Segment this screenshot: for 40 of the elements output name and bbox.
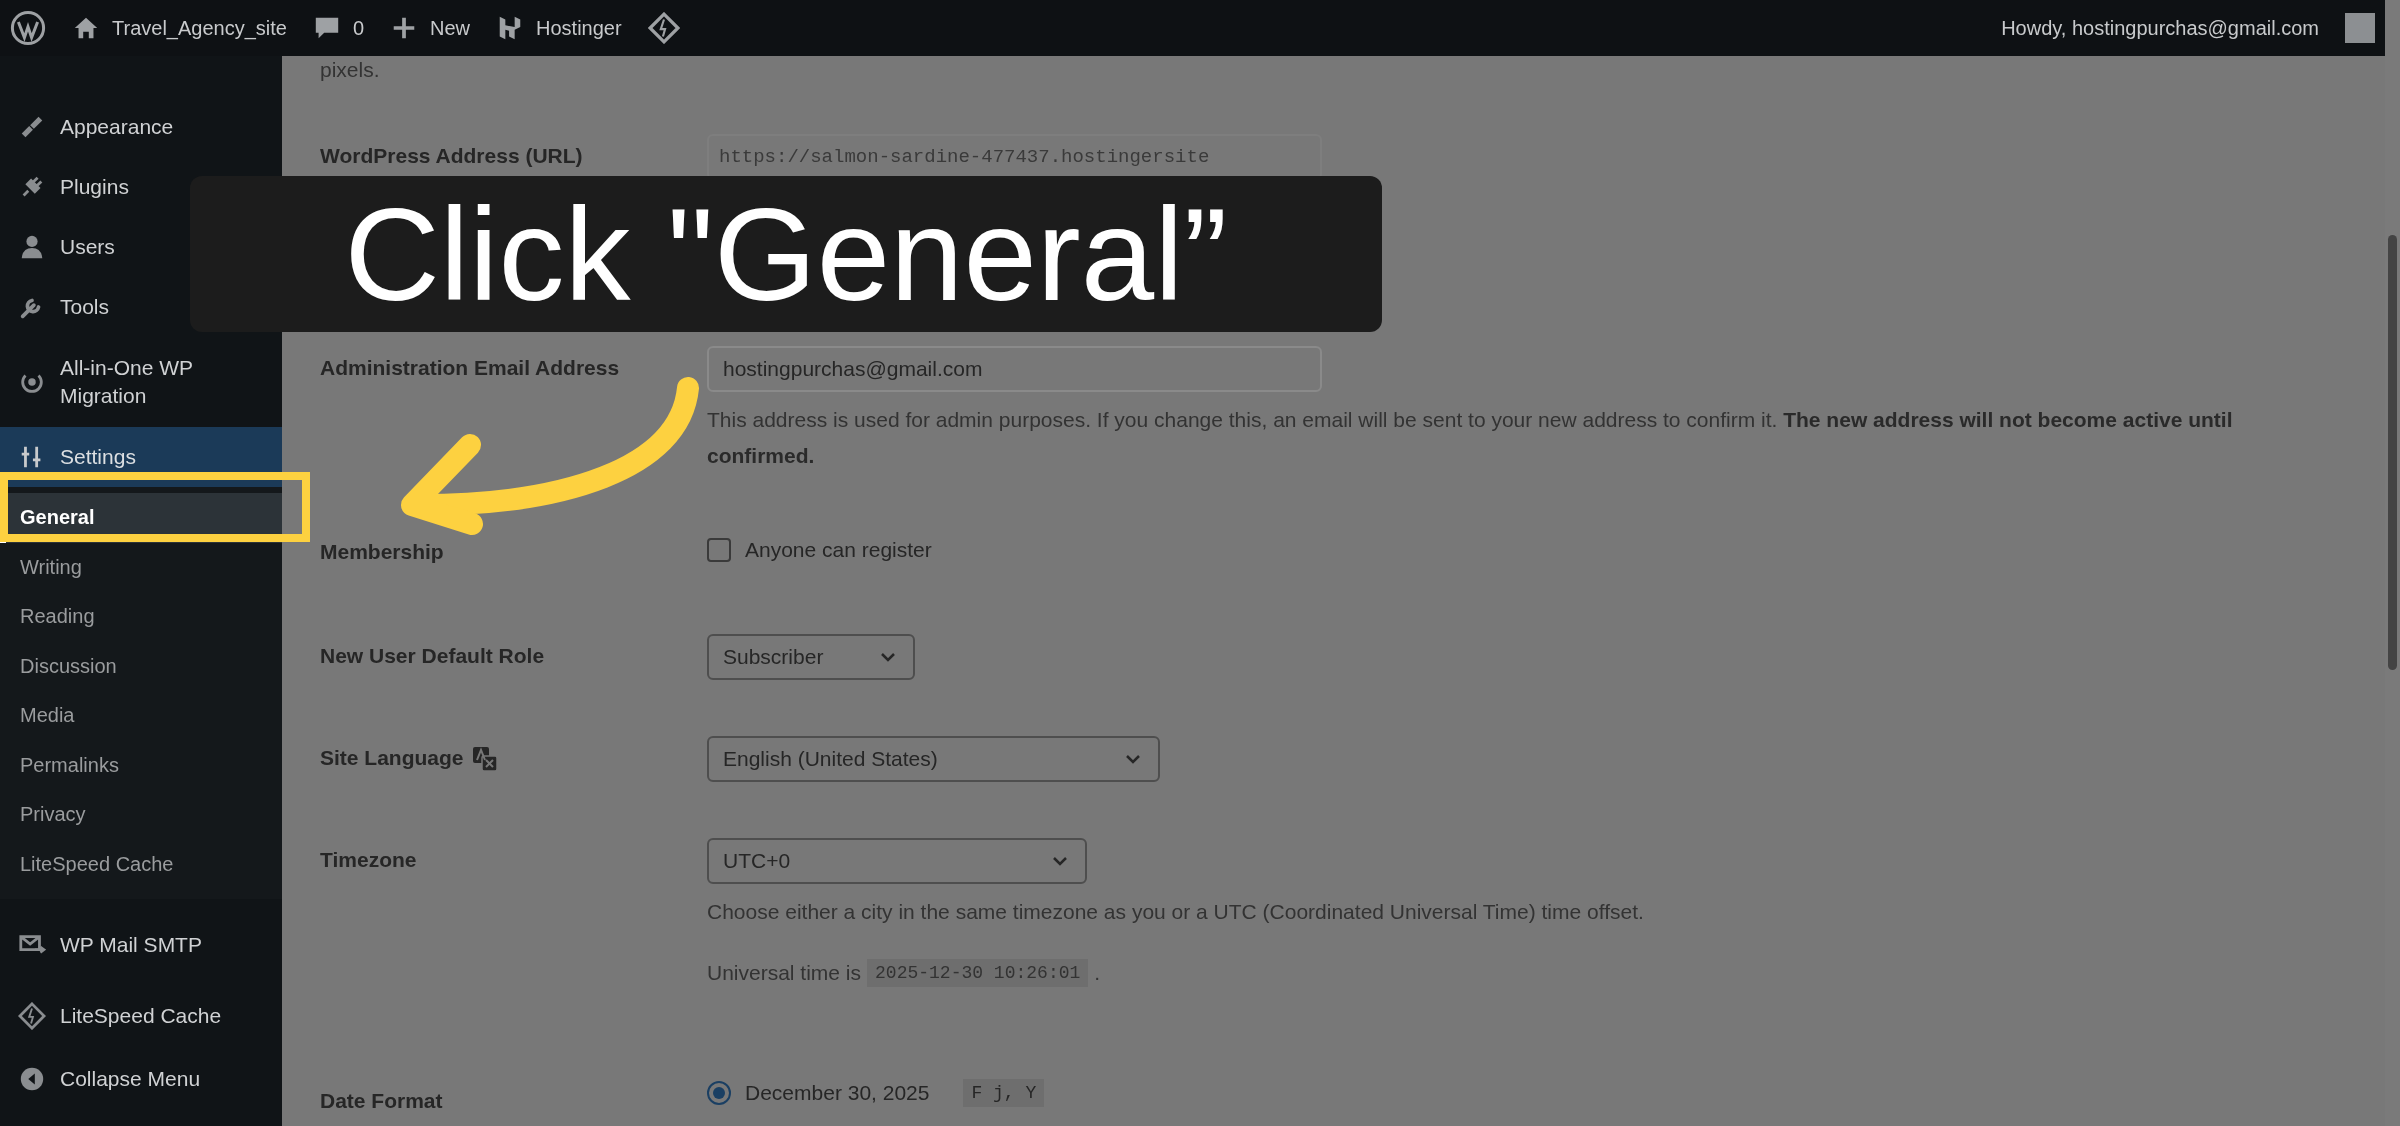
- checkbox-label: Anyone can register: [745, 538, 932, 562]
- field-label: Date Format: [320, 1089, 443, 1113]
- new-link[interactable]: New: [390, 14, 471, 42]
- field-label: New User Default Role: [320, 644, 545, 668]
- sidebar-item[interactable]: WP Mail SMTP: [0, 907, 282, 983]
- sidebar-item[interactable]: Appearance: [0, 97, 282, 157]
- field-label: Membership: [320, 540, 444, 564]
- submenu-item[interactable]: Privacy: [0, 790, 282, 840]
- time-label: Universal time is: [707, 961, 862, 985]
- greeting-link[interactable]: Howdy, hostingpurchas@gmail.com: [2001, 16, 2319, 40]
- wordpress-logo-icon[interactable]: [10, 10, 46, 46]
- field-label: WordPress Address (URL): [320, 144, 583, 168]
- field-description: Choose either a city in the same timezone as you or a UTC (Coordinated Universal Time) time offset.: [707, 899, 1644, 925]
- format-code: F j, Y: [963, 1079, 1045, 1107]
- sidebar-item[interactable]: LiteSpeed Cache: [0, 983, 282, 1049]
- submenu-item[interactable]: LiteSpeed Cache: [0, 839, 282, 889]
- radio-button[interactable]: [707, 1081, 731, 1105]
- submenu-item[interactable]: Writing: [0, 542, 282, 592]
- submenu-item[interactable]: Permalinks: [0, 740, 282, 790]
- hostinger-link[interactable]: Hostinger: [496, 14, 622, 42]
- submenu-item[interactable]: Media: [0, 691, 282, 741]
- description-text: pixels.: [320, 58, 381, 82]
- field-label: Site Language: [320, 746, 464, 770]
- submenu-item[interactable]: Discussion: [0, 641, 282, 691]
- diamond-icon[interactable]: [647, 12, 680, 44]
- checkbox[interactable]: [707, 538, 731, 562]
- radio-label: December 30, 2025: [745, 1081, 930, 1105]
- sidebar-item[interactable]: Collapse Menu: [0, 1049, 282, 1109]
- menu-icon: [18, 1002, 46, 1030]
- sidebar-item[interactable]: All-in-One WP Migration: [0, 337, 282, 427]
- submenu-item[interactable]: Reading: [0, 592, 282, 642]
- time-value: 2025-12-30 10:26:01: [867, 959, 1089, 987]
- site-name-link[interactable]: Travel_Agency_site: [72, 14, 287, 42]
- comments-link[interactable]: 0: [312, 14, 365, 42]
- field-description: This address is used for admin purposes. If you change this, an email will be sent to your new address to confirm it. The new address will not become active until confirmed.: [707, 407, 2234, 469]
- tutorial-tooltip: Click "General”: [190, 176, 1382, 332]
- field-label: Administration Email Address: [320, 356, 620, 380]
- time-suffix: .: [1094, 961, 1101, 985]
- field-label: Timezone: [320, 848, 417, 872]
- menu-icon: [18, 1065, 46, 1093]
